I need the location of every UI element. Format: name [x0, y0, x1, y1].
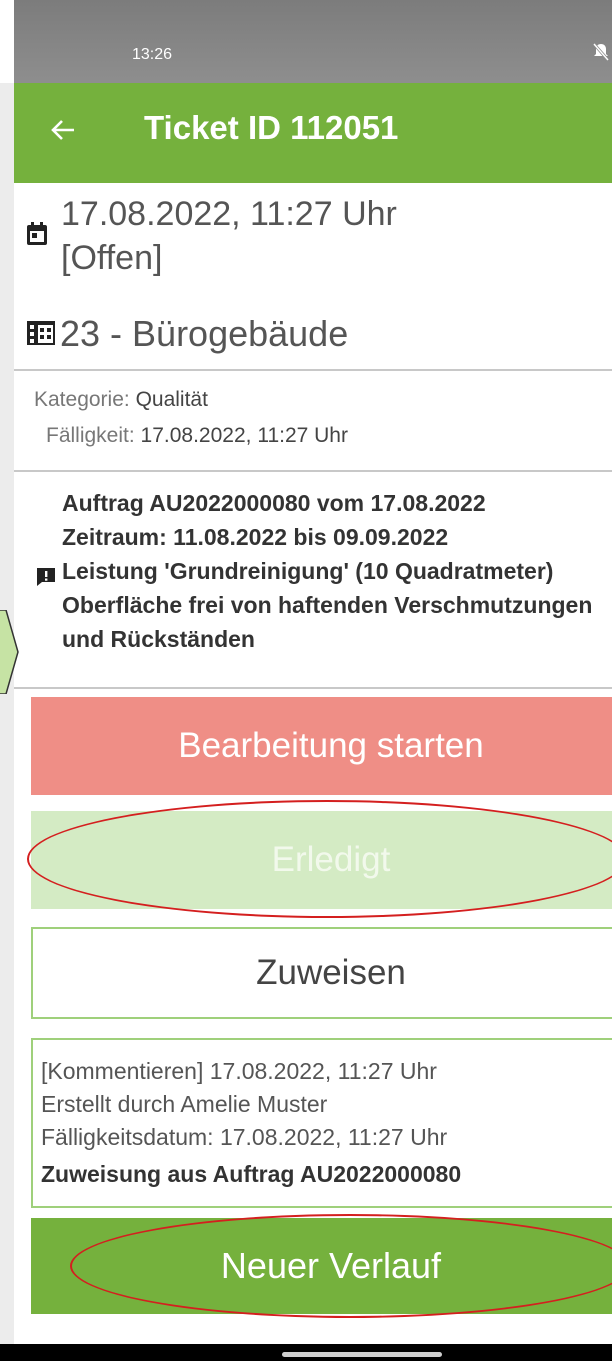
divider	[14, 369, 612, 371]
home-handle[interactable]	[282, 1352, 442, 1357]
order-period: Zeitraum: 11.08.2022 bis 09.09.2022	[62, 524, 449, 550]
history-author: Erstellt durch Amelie Muster	[41, 1091, 328, 1117]
done-button[interactable]: Erledigt	[31, 811, 612, 909]
history-entry: [Kommentieren] 17.08.2022, 11:27 Uhr Ers…	[31, 1038, 612, 1208]
order-details: Auftrag AU2022000080 vom 17.08.2022 Zeit…	[62, 486, 612, 656]
building-icon	[27, 321, 55, 345]
ticket-datetime: 17.08.2022, 11:27 Uhr	[61, 195, 397, 233]
new-history-button[interactable]: Neuer Verlauf	[31, 1218, 612, 1314]
app-bar: Ticket ID 112051	[14, 83, 612, 183]
due-row: Fälligkeit: 17.08.2022, 11:27 Uhr	[46, 424, 348, 448]
notifications-off-icon	[592, 43, 610, 61]
order-description-cont: und Rückständen	[62, 626, 255, 652]
category-value: Qualität	[135, 388, 208, 411]
order-description: Oberfläche frei von haftenden Verschmutz…	[62, 592, 593, 618]
order-line: Auftrag AU2022000080 vom 17.08.2022	[62, 490, 486, 516]
page-title: Ticket ID 112051	[144, 109, 399, 146]
category-row: Kategorie: Qualität	[34, 388, 208, 412]
category-label: Kategorie:	[34, 388, 130, 411]
ticket-status: [Offen]	[61, 239, 163, 277]
chevron-right-icon	[0, 610, 19, 694]
left-edge-shadow	[0, 83, 14, 1361]
back-arrow-icon[interactable]	[50, 117, 76, 143]
assign-button[interactable]: Zuweisen	[31, 927, 612, 1019]
history-assignment: Zuweisung aus Auftrag AU2022000080	[41, 1161, 462, 1187]
due-value: 17.08.2022, 11:27 Uhr	[140, 424, 348, 447]
history-title: [Kommentieren] 17.08.2022, 11:27 Uhr	[41, 1058, 437, 1084]
calendar-icon	[27, 222, 47, 245]
start-processing-button[interactable]: Bearbeitung starten	[31, 697, 612, 795]
status-bar: 13:26	[14, 0, 612, 83]
order-service: Leistung 'Grundreinigung' (10 Quadratmet…	[62, 558, 554, 584]
system-nav-bar	[0, 1344, 612, 1361]
history-due-date: Fälligkeitsdatum: 17.08.2022, 11:27 Uhr	[41, 1124, 448, 1150]
divider	[14, 470, 612, 472]
due-label: Fälligkeit:	[46, 424, 135, 447]
status-time: 13:26	[132, 46, 173, 63]
ticket-building: 23 - Bürogebäude	[60, 313, 349, 354]
divider	[14, 687, 612, 689]
comment-alert-icon	[37, 568, 55, 586]
